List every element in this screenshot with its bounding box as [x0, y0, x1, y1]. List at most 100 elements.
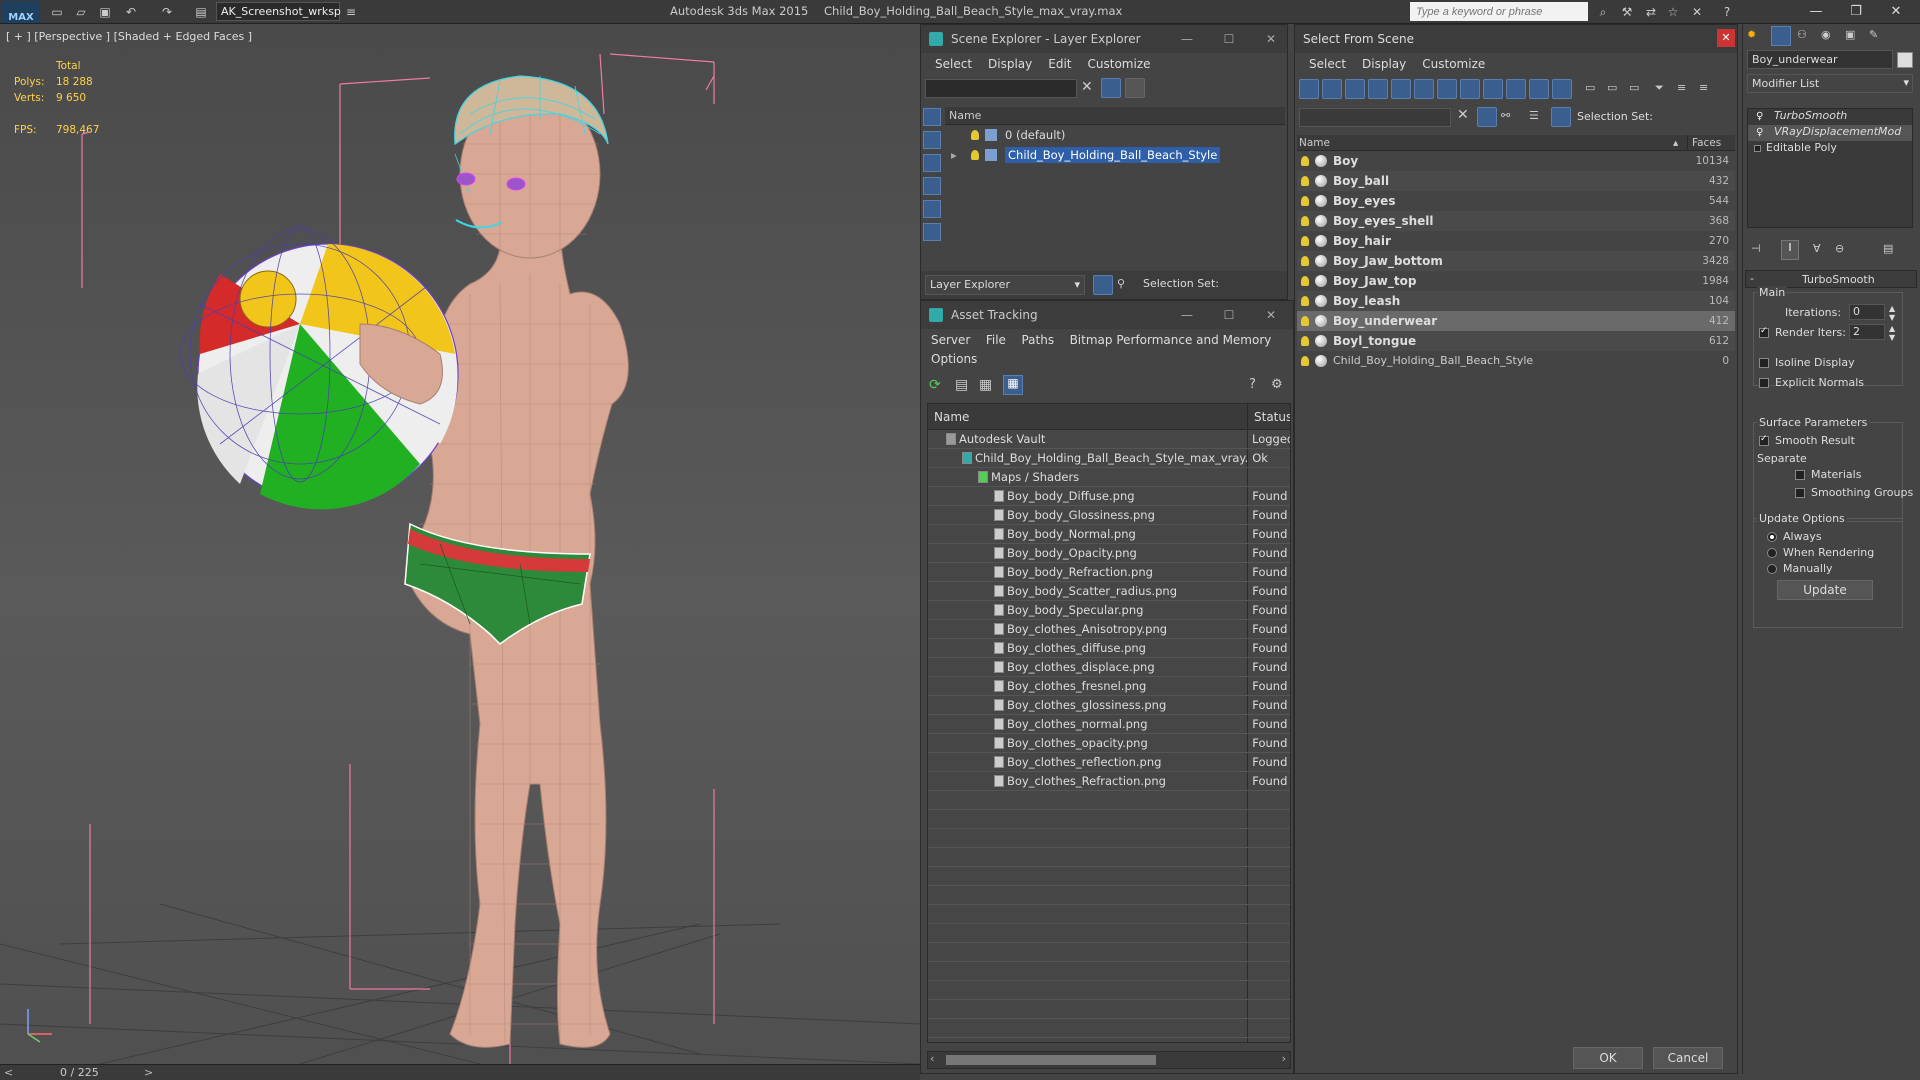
create-tab-icon[interactable]: ✹ [1747, 28, 1756, 41]
light-bulb-icon[interactable] [1301, 216, 1309, 226]
display-cameras-icon[interactable] [923, 223, 941, 241]
display-bones-icon[interactable] [1483, 79, 1503, 99]
display-warps-icon[interactable] [1414, 79, 1434, 99]
show-end-result-icon[interactable]: I [1781, 240, 1799, 260]
minimize-icon[interactable]: — [1175, 305, 1199, 325]
object-row[interactable]: Child_Boy_Holding_Ball_Beach_Style 0 [1297, 351, 1735, 371]
asset-row[interactable]: Boy_body_Refraction.png Found [928, 563, 1290, 582]
hierarchy-icon[interactable]: ⚲ [1117, 277, 1125, 290]
asset-row[interactable]: Boy_clothes_diffuse.png Found [928, 639, 1290, 658]
explorer-type-dropdown[interactable]: Layer Explorer ▾ [925, 275, 1085, 295]
menu-customize[interactable]: Customize [1080, 57, 1159, 71]
isoline-display-checkbox[interactable] [1759, 358, 1769, 368]
menu-edit[interactable]: Edit [1040, 57, 1079, 71]
light-bulb-icon[interactable] [1301, 196, 1309, 206]
scroll-left-icon[interactable]: ‹ [930, 1052, 934, 1065]
object-row[interactable]: Boy_hair 270 [1297, 231, 1735, 251]
hierarchy-icon[interactable] [1551, 107, 1571, 127]
cancel-button[interactable]: Cancel [1653, 1047, 1723, 1069]
display-all-icon[interactable] [923, 131, 941, 149]
asset-row[interactable]: Boy_clothes_Refraction.png Found [928, 772, 1290, 791]
options-icon[interactable]: ≡ [1699, 81, 1708, 94]
spinner-arrows-icon[interactable]: ▲ ▼ [1889, 324, 1895, 342]
layer-options-icon[interactable] [1125, 78, 1145, 98]
select-none-icon[interactable]: ▭ [1607, 81, 1617, 94]
favorites-star-icon[interactable]: ☆ [1664, 3, 1682, 21]
next-frame-icon[interactable]: > [144, 1066, 153, 1079]
select-from-scene-search-input[interactable] [1299, 108, 1451, 127]
ok-button[interactable]: OK [1573, 1047, 1643, 1069]
expand-arrow-icon[interactable]: ▸ [951, 145, 957, 165]
asset-row[interactable]: Child_Boy_Holding_Ball_Beach_Style_max_v… [928, 449, 1290, 468]
modify-tab-icon[interactable] [1771, 26, 1791, 46]
object-color-swatch[interactable] [1897, 52, 1913, 68]
filter-funnel-icon[interactable]: ⏷ [1655, 81, 1664, 95]
binoculars-icon[interactable]: ⌕ [1594, 3, 1612, 21]
asset-row[interactable]: Boy_body_Specular.png Found [928, 601, 1290, 620]
bulb-icon[interactable]: ♀ [1756, 127, 1763, 138]
time-slider-bar[interactable]: < 0 / 225 > [0, 1064, 920, 1080]
display-geometry-icon[interactable] [1299, 79, 1319, 99]
redo-icon[interactable]: ↷ [158, 3, 176, 21]
pin-stack-icon[interactable]: ⊣ [1751, 242, 1761, 255]
display-lights-icon[interactable] [923, 200, 941, 218]
manually-radio[interactable] [1767, 564, 1777, 574]
always-radio[interactable] [1767, 532, 1777, 542]
make-unique-icon[interactable]: ∀ [1813, 242, 1821, 255]
open-file-icon[interactable]: ▱ [72, 3, 90, 21]
scene-render[interactable] [0, 24, 920, 1064]
iterations-spinner[interactable]: 0 [1849, 304, 1885, 320]
refresh-icon[interactable]: ⟳ [929, 377, 941, 393]
list-view-icon[interactable]: ▤ [955, 377, 968, 393]
close-window-button[interactable]: ✕ [1876, 0, 1916, 22]
minimize-icon[interactable]: — [1175, 29, 1199, 49]
display-frozen-icon[interactable] [1529, 79, 1549, 99]
light-bulb-icon[interactable] [1301, 236, 1309, 246]
asset-row[interactable]: Boy_clothes_displace.png Found [928, 658, 1290, 677]
horizontal-scrollbar[interactable]: ‹ › [927, 1051, 1291, 1069]
asset-row[interactable]: Boy_clothes_Anisotropy.png Found [928, 620, 1290, 639]
asset-row[interactable]: Boy_clothes_glossiness.png Found [928, 696, 1290, 715]
thumbnail-view-icon[interactable]: ▦ [979, 377, 992, 393]
new-file-icon[interactable]: ▭ [48, 3, 66, 21]
clear-search-icon[interactable]: ✕ [1457, 107, 1469, 123]
light-bulb-icon[interactable] [1301, 356, 1309, 366]
object-row[interactable]: Boy_Jaw_top 1984 [1297, 271, 1735, 291]
filter-icon[interactable] [1477, 107, 1497, 127]
object-row[interactable]: Boy_eyes_shell 368 [1297, 211, 1735, 231]
menu-select[interactable]: Select [1301, 57, 1354, 71]
object-row[interactable]: Boy_Jaw_bottom 3428 [1297, 251, 1735, 271]
column-status-header[interactable]: Status [1248, 404, 1290, 429]
display-containers-icon[interactable] [1506, 79, 1526, 99]
column-faces-header[interactable]: Faces [1687, 135, 1733, 150]
utilities-tab-icon[interactable]: ✎ [1869, 28, 1878, 41]
menu-file[interactable]: File [980, 333, 1012, 347]
search-input[interactable] [1410, 2, 1588, 21]
object-row[interactable]: Boy_eyes 544 [1297, 191, 1735, 211]
expand-icon[interactable] [1754, 145, 1761, 152]
update-button[interactable]: Update [1777, 580, 1873, 600]
configure-sets-icon[interactable]: ▤ [1883, 242, 1893, 255]
materials-checkbox[interactable] [1795, 470, 1805, 480]
display-xrefs-icon[interactable] [1460, 79, 1480, 99]
menu-paths[interactable]: Paths [1015, 333, 1060, 347]
scene-explorer-search-input[interactable] [925, 79, 1077, 98]
asset-row[interactable]: Autodesk Vault Logged [928, 430, 1290, 449]
menu-display[interactable]: Display [1354, 57, 1414, 71]
menu-display[interactable]: Display [980, 57, 1040, 71]
render-iters-checkbox[interactable]: ✓ [1759, 326, 1769, 338]
object-row[interactable]: Boyl_tongue 612 [1297, 331, 1735, 351]
undo-icon[interactable]: ↶ [122, 3, 140, 21]
find-case-icon[interactable]: ⚯ [1501, 109, 1510, 122]
column-name-header[interactable]: Name [928, 404, 1248, 429]
display-tab-icon[interactable]: ▣ [1845, 28, 1855, 41]
object-row[interactable]: Boy_ball 432 [1297, 171, 1735, 191]
display-geometry-icon[interactable] [923, 154, 941, 172]
light-bulb-icon[interactable] [1301, 336, 1309, 346]
prev-frame-icon[interactable]: < [4, 1066, 13, 1079]
layer-row-child-boy[interactable]: ▸ Child_Boy_Holding_Ball_Beach_Style [945, 145, 1285, 165]
asset-row[interactable]: Boy_body_Normal.png Found [928, 525, 1290, 544]
display-cameras-icon[interactable] [1368, 79, 1388, 99]
stack-item-turbosmooth[interactable]: ♀ TurboSmooth [1748, 109, 1912, 125]
settings-icon[interactable]: ⚙ [1271, 377, 1283, 392]
